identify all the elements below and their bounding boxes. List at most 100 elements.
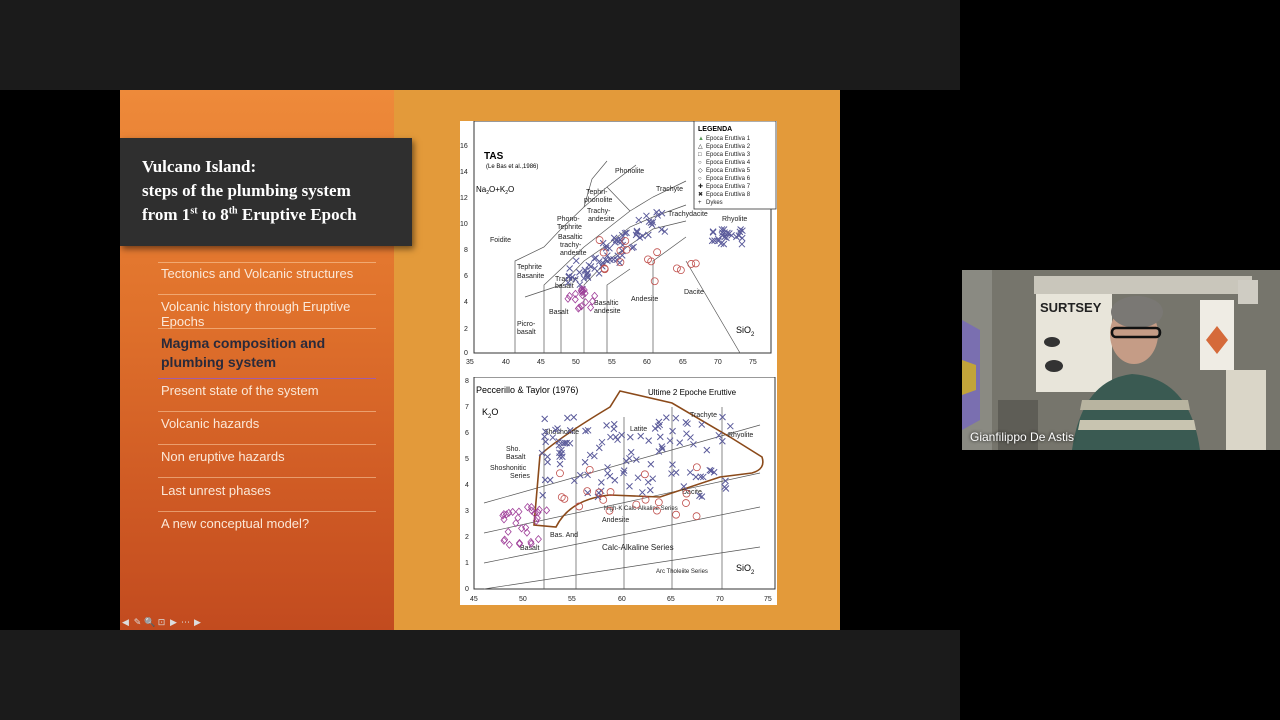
tas-field-label: Andesite: [631, 296, 658, 303]
k2o-frame: [473, 377, 776, 590]
tas-x-tick: 70: [714, 359, 722, 366]
sample-point-marker: [644, 478, 652, 486]
tas-y-tick: 0: [464, 350, 468, 357]
k2o-field-label: Shoshonite: [544, 429, 579, 436]
k2o-field-label: Arc Tholeiite Series: [656, 569, 708, 575]
tas-field-label: Foidite: [490, 237, 511, 244]
tas-x-tick: 60: [643, 359, 651, 366]
menu-item-present-state[interactable]: Present state of the system: [161, 383, 375, 398]
sample-point-marker: [505, 540, 513, 549]
sample-point-marker: [566, 265, 574, 272]
tas-legend: LEGENDA ▲ Epoca Eruttiva 1 △ Epoca Eruttiv…: [693, 121, 777, 210]
legend-symbol: ▲: [698, 136, 704, 142]
k2o-y-ticks: 0 1 2 3 4 5 6 7 8: [465, 378, 469, 593]
sample-point-marker: [673, 264, 681, 273]
menu-divider: [158, 444, 376, 445]
sample-point-marker: [643, 212, 650, 220]
k2o-y-tick: 1: [465, 560, 469, 567]
k2o-field-label: Shoshonitic: [490, 465, 527, 472]
sample-point-marker: [570, 477, 578, 485]
sample-point-marker: [709, 228, 717, 235]
tas-title: TAS: [484, 151, 504, 162]
legend-label: Epoca Eruttiva 3: [706, 152, 751, 158]
more-options-icon[interactable]: ⋯: [180, 618, 191, 629]
tas-diagram: Phonolite Tephri- phonolite Trachyte Tra…: [460, 121, 777, 366]
tas-y-tick: 4: [464, 299, 468, 306]
menu-divider: [158, 411, 376, 412]
pen-icon[interactable]: ✎: [132, 618, 143, 629]
k2o-x-tick: 65: [667, 596, 675, 603]
sample-point-marker: [585, 261, 593, 269]
tas-field-label: trachy-: [560, 242, 582, 249]
legend-symbol: ✖: [698, 191, 703, 198]
k2o-y-tick: 0: [465, 586, 469, 593]
sample-point-marker: [544, 458, 551, 466]
sample-point-marker: [556, 460, 564, 468]
menu-item-volcanic-history[interactable]: Volcanic history through Eruptive Epochs: [161, 299, 375, 329]
sample-point-marker: [738, 240, 746, 248]
sample-point-marker: [604, 469, 611, 477]
zoom-icon[interactable]: 🔍: [144, 618, 155, 629]
k2o-y-tick: 8: [465, 378, 469, 385]
slide-title-box: Vulcano Island: steps of the plumbing sy…: [120, 138, 412, 246]
sample-point-marker: [637, 432, 645, 440]
tas-y-axis-label: Na2O+K2O: [476, 185, 514, 196]
top-letterbox: [0, 0, 960, 90]
tas-field-label: andesite: [594, 308, 621, 315]
geochemistry-figure: Phonolite Tephri- phonolite Trachyte Tra…: [460, 121, 777, 605]
k2o-annotation: Ultime 2 Epoche Eruttive: [648, 388, 737, 397]
sample-point-marker: [591, 452, 598, 460]
camera-icon[interactable]: ▶: [168, 618, 179, 629]
sample-point-marker: [719, 437, 726, 445]
k2o-x-ticks: 45 50 55 60 65 70 75: [470, 596, 772, 603]
menu-item-non-eruptive-hazards[interactable]: Non eruptive hazards: [161, 449, 375, 464]
tas-field-label: Basanite: [517, 273, 544, 280]
legend-symbol: ✚: [698, 183, 703, 190]
sample-point-marker: [626, 433, 634, 441]
slide-title-line-1: Vulcano Island:: [142, 157, 257, 176]
sample-point-marker: [654, 498, 663, 507]
k2o-x-tick: 70: [716, 596, 724, 603]
sample-point-marker: [595, 444, 603, 452]
slide-title-line-3: from 1st to 8th Eruptive Epoch: [142, 205, 357, 224]
tas-x-ticks: 35 40 45 50 55 60 65 70 75: [466, 359, 757, 366]
k2o-y-tick: 5: [465, 456, 469, 463]
sample-point-marker: [683, 430, 690, 438]
menu-item-volcanic-hazards[interactable]: Volcanic hazards: [161, 416, 375, 431]
tas-field-label: Basaltic: [594, 300, 619, 307]
tas-x-axis-label: SiO2: [736, 325, 755, 338]
menu-item-last-unrest[interactable]: Last unrest phases: [161, 483, 375, 498]
sample-point-marker: [653, 248, 662, 257]
sample-point-marker: [543, 506, 551, 515]
previous-slide-icon[interactable]: ◀: [120, 618, 131, 629]
menu-item-conceptual-model[interactable]: A new conceptual model?: [161, 516, 375, 531]
tas-field-label: Tephrite: [557, 224, 582, 231]
tas-field-label: Trachyte: [656, 186, 683, 193]
sample-point-marker: [542, 438, 550, 446]
sample-point-marker: [640, 470, 649, 479]
legend-title: LEGENDA: [698, 126, 732, 133]
sample-point-marker: [654, 423, 662, 430]
sample-point-marker: [546, 476, 554, 484]
sample-point-marker: [539, 491, 547, 499]
sample-point-marker: [669, 461, 676, 468]
k2o-x-tick: 50: [519, 596, 527, 603]
legend-label: Epoca Eruttiva 2: [706, 144, 751, 150]
k2o-field-label: Trachyte: [690, 412, 717, 419]
sample-point-marker: [719, 413, 726, 421]
legend-symbol: +: [698, 200, 702, 206]
menu-item-magma-composition[interactable]: Magma composition and plumbing system: [161, 334, 375, 372]
next-slide-icon[interactable]: ▶: [192, 618, 203, 629]
tas-field-label: basalt: [517, 329, 536, 336]
participant-video-tile[interactable]: SURTSEY Gianfilippo De Astis: [962, 270, 1280, 450]
legend-symbol: □: [698, 152, 702, 158]
sample-point-marker: [647, 460, 655, 468]
sample-point-marker: [515, 507, 523, 516]
tas-x-tick: 40: [502, 359, 510, 366]
sample-point-marker: [649, 475, 657, 483]
menu-item-tectonics[interactable]: Tectonics and Volcanic structures: [161, 266, 375, 281]
tas-x-tick: 50: [572, 359, 580, 366]
k2o-field-labels: Shoshonite Latite Trachyte Rhyolite Sho.…: [490, 412, 753, 575]
k2o-field-label: Rhyolite: [728, 432, 753, 439]
subtitles-icon[interactable]: ⊡: [156, 618, 167, 629]
